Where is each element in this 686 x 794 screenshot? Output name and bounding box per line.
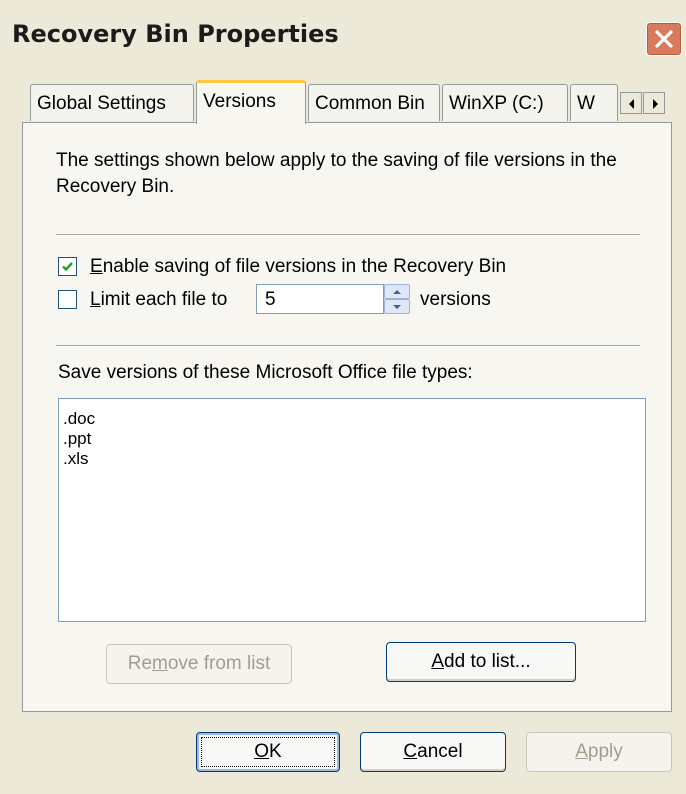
label-text: Re: [127, 653, 153, 674]
tab-scroll-right-button[interactable]: [643, 92, 665, 114]
enable-versions-label[interactable]: Enable saving of file versions in the Re…: [90, 256, 506, 278]
title-bar[interactable]: Recovery Bin Properties: [0, 0, 686, 74]
spin-down-icon: [393, 305, 401, 309]
description-text: The settings shown below apply to the sa…: [56, 150, 617, 197]
spin-down-button[interactable]: [384, 299, 410, 314]
accelerator: A: [575, 741, 588, 762]
checkmark-icon: [62, 262, 73, 272]
accelerator: E: [90, 256, 103, 277]
accelerator: C: [403, 741, 418, 762]
list-item[interactable]: .doc: [63, 409, 645, 429]
label-text: dd to list...: [444, 651, 531, 672]
tab-label: Global Settings: [37, 93, 166, 114]
filetypes-listbox[interactable]: .doc .ppt .xls: [58, 398, 646, 622]
label-text: pply: [587, 741, 623, 762]
close-icon: [655, 30, 673, 48]
add-to-list-button[interactable]: Add to list...: [386, 642, 576, 682]
tab-global-settings[interactable]: Global Settings: [30, 84, 194, 121]
accelerator: m: [152, 653, 168, 674]
tab-label: W: [577, 93, 595, 114]
cancel-button[interactable]: Cancel: [360, 732, 506, 772]
close-button[interactable]: [646, 22, 682, 56]
accelerator: A: [431, 651, 445, 672]
tab-scroll-left-button[interactable]: [620, 92, 642, 114]
separator: [56, 234, 640, 236]
spin-up-icon: [393, 290, 401, 294]
limit-versions-label[interactable]: Limit each file to: [90, 289, 227, 311]
list-item[interactable]: .xls: [63, 449, 645, 469]
ok-button[interactable]: OK: [196, 732, 340, 772]
window-title: Recovery Bin Properties: [12, 20, 339, 48]
spin-up-button[interactable]: [384, 284, 410, 299]
tab-w[interactable]: W: [570, 84, 618, 121]
tab-versions[interactable]: Versions: [196, 80, 306, 124]
filetypes-heading: Save versions of these Microsoft Office …: [58, 362, 473, 383]
label-text: imit each file to: [100, 289, 228, 310]
limit-versions-checkbox[interactable]: [58, 290, 77, 309]
list-item[interactable]: .ppt: [63, 429, 645, 449]
label-text: ancel: [417, 741, 463, 762]
versions-suffix-label: versions: [420, 289, 491, 310]
remove-from-list-button[interactable]: Remove from list: [106, 644, 292, 684]
separator: [56, 345, 640, 347]
label-text: ove from list: [167, 653, 271, 674]
tab-label: WinXP (C:): [449, 93, 544, 114]
focus-ring: [201, 737, 335, 767]
enable-versions-checkbox[interactable]: [58, 257, 77, 276]
tab-label: Versions: [203, 91, 276, 112]
arrow-right-icon: [653, 99, 658, 109]
properties-dialog: Recovery Bin Properties Global Settings …: [0, 0, 686, 794]
tab-winxp-c[interactable]: WinXP (C:): [442, 84, 568, 121]
limit-count-input[interactable]: 5: [256, 284, 384, 314]
label-text: nable saving of file versions in the Rec…: [102, 256, 507, 277]
tab-common-bin[interactable]: Common Bin: [308, 84, 440, 121]
arrow-left-icon: [629, 99, 634, 109]
tab-label: Common Bin: [315, 93, 425, 114]
apply-button[interactable]: Apply: [526, 732, 672, 772]
accelerator: L: [90, 289, 101, 310]
